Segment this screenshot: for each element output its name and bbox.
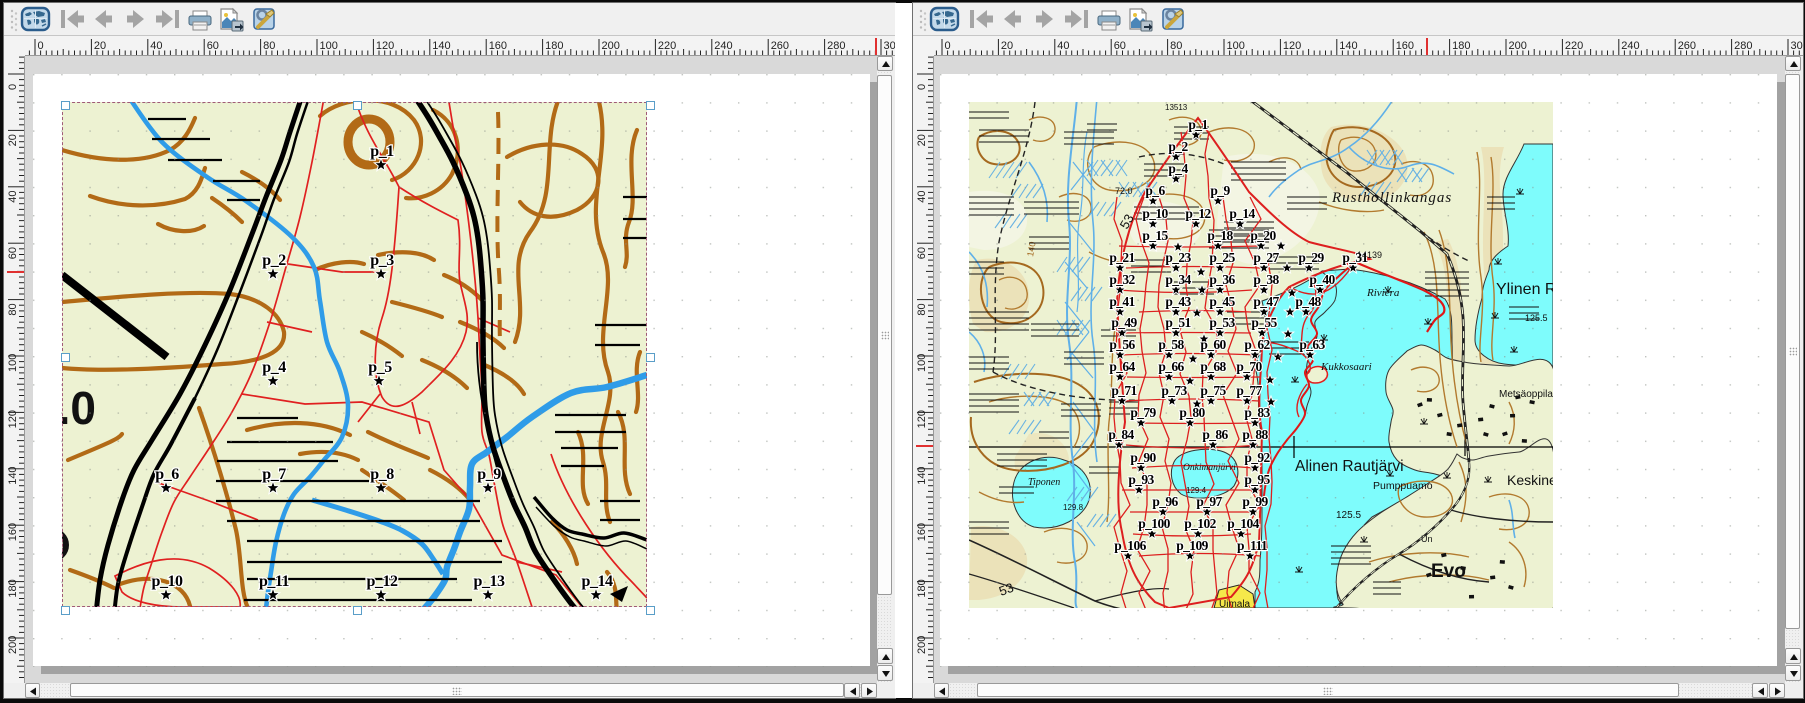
svg-text:60: 60 <box>1114 40 1126 52</box>
svg-text:220: 220 <box>658 40 676 52</box>
svg-text:300: 300 <box>1791 40 1804 52</box>
svg-text:180: 180 <box>916 579 928 597</box>
svg-text:0: 0 <box>945 40 951 52</box>
svg-text:80: 80 <box>1170 40 1182 52</box>
svg-text:100: 100 <box>1227 40 1245 52</box>
svg-text:300: 300 <box>884 40 896 52</box>
svg-text:20: 20 <box>94 40 106 52</box>
svg-text:280: 280 <box>827 40 845 52</box>
svg-text:0: 0 <box>916 84 928 90</box>
svg-text:80: 80 <box>916 303 928 315</box>
svg-text:100: 100 <box>7 354 19 372</box>
svg-text:40: 40 <box>150 40 162 52</box>
svg-text:280: 280 <box>1734 40 1752 52</box>
svg-text:0: 0 <box>38 40 44 52</box>
svg-text:80: 80 <box>263 40 275 52</box>
svg-text:140: 140 <box>916 466 928 484</box>
svg-text:160: 160 <box>916 523 928 541</box>
svg-text:260: 260 <box>1678 40 1696 52</box>
svg-text:220: 220 <box>1565 40 1583 52</box>
svg-text:180: 180 <box>7 579 19 597</box>
svg-text:240: 240 <box>1621 40 1639 52</box>
svg-text:160: 160 <box>1396 40 1414 52</box>
svg-text:20: 20 <box>7 134 19 146</box>
svg-text:140: 140 <box>7 466 19 484</box>
svg-text:240: 240 <box>714 40 732 52</box>
svg-text:40: 40 <box>916 191 928 203</box>
svg-text:200: 200 <box>7 636 19 654</box>
svg-text:120: 120 <box>1283 40 1301 52</box>
svg-text:200: 200 <box>602 40 620 52</box>
svg-text:200: 200 <box>1509 40 1527 52</box>
svg-text:180: 180 <box>545 40 563 52</box>
svg-text:60: 60 <box>916 247 928 259</box>
svg-text:120: 120 <box>376 40 394 52</box>
svg-text:140: 140 <box>1339 40 1357 52</box>
svg-text:60: 60 <box>7 247 19 259</box>
svg-text:200: 200 <box>916 636 928 654</box>
svg-text:0: 0 <box>7 84 19 90</box>
svg-text:100: 100 <box>320 40 338 52</box>
svg-text:160: 160 <box>489 40 507 52</box>
svg-text:20: 20 <box>1001 40 1013 52</box>
svg-text:120: 120 <box>916 410 928 428</box>
svg-text:160: 160 <box>7 523 19 541</box>
svg-text:40: 40 <box>1057 40 1069 52</box>
svg-text:20: 20 <box>916 134 928 146</box>
svg-text:100: 100 <box>916 354 928 372</box>
svg-text:40: 40 <box>7 191 19 203</box>
svg-text:120: 120 <box>7 410 19 428</box>
svg-text:140: 140 <box>432 40 450 52</box>
svg-text:60: 60 <box>207 40 219 52</box>
svg-text:260: 260 <box>771 40 789 52</box>
svg-text:80: 80 <box>7 303 19 315</box>
svg-text:180: 180 <box>1452 40 1470 52</box>
